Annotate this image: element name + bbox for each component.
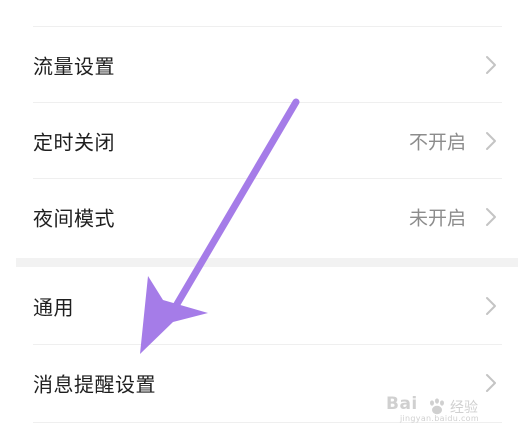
- settings-item-general[interactable]: 通用: [0, 270, 518, 342]
- settings-item-traffic[interactable]: 流量设置: [0, 29, 518, 101]
- settings-item-label: 夜间模式: [33, 206, 115, 231]
- settings-item-value: 不开启: [408, 131, 466, 154]
- row-divider: [33, 344, 502, 345]
- watermark-brand: Bai: [386, 394, 418, 414]
- chevron-right-icon: [486, 132, 496, 150]
- section-separator: [16, 258, 518, 267]
- settings-item-label: 流量设置: [33, 54, 115, 79]
- baidu-watermark: Bai 经验 jingyan.baidu.com: [386, 394, 496, 424]
- chevron-right-icon: [486, 208, 496, 226]
- watermark-url: jingyan.baidu.com: [400, 414, 479, 423]
- settings-item-timer-close[interactable]: 定时关闭 不开启: [0, 105, 518, 177]
- row-divider: [33, 26, 502, 27]
- row-divider: [33, 178, 502, 179]
- settings-item-night-mode[interactable]: 夜间模式 未开启: [0, 181, 518, 253]
- chevron-right-icon: [486, 374, 496, 392]
- chevron-right-icon: [486, 56, 496, 74]
- row-divider: [33, 102, 502, 103]
- settings-item-label: 消息提醒设置: [33, 372, 156, 397]
- settings-item-label: 定时关闭: [33, 130, 115, 155]
- settings-screen: 流量设置 定时关闭 不开启 夜间模式 未开启 通用 消息提醒设置 Bai 经验 …: [0, 0, 518, 442]
- chevron-right-icon: [486, 297, 496, 315]
- settings-item-value: 未开启: [408, 207, 466, 230]
- settings-item-label: 通用: [33, 295, 74, 320]
